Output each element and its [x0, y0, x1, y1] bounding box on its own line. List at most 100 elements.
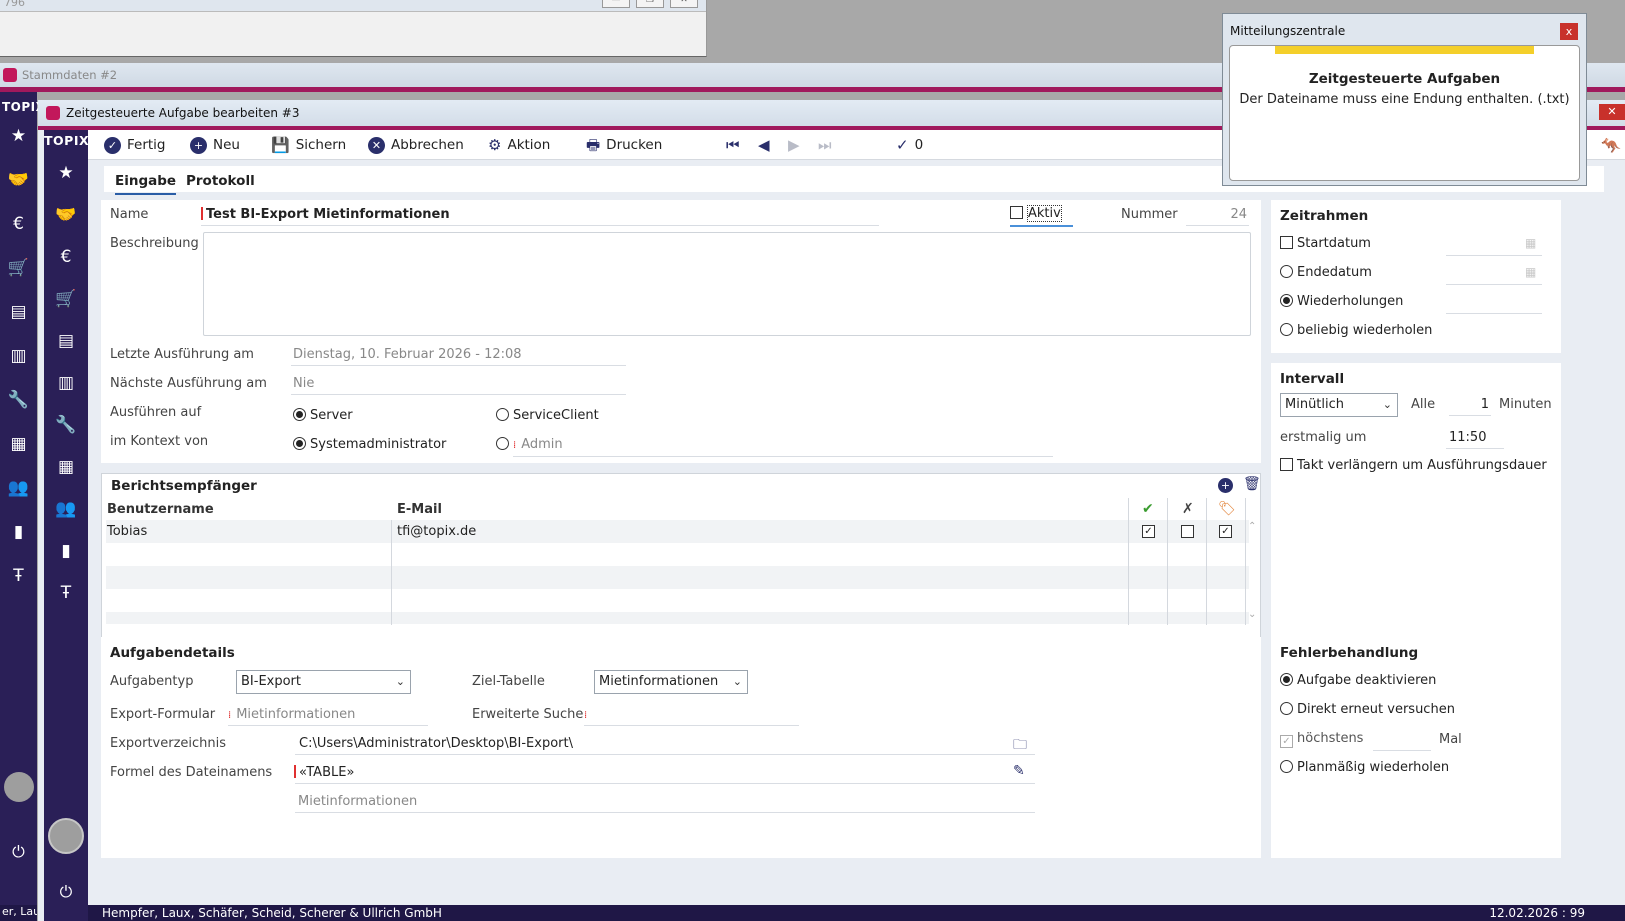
- wrench-icon[interactable]: 🔧: [0, 378, 37, 422]
- warehouse-icon[interactable]: ▤: [0, 290, 37, 334]
- sichern-button[interactable]: 💾 Sichern: [271, 130, 346, 160]
- maximize-button[interactable]: ❐: [636, 0, 664, 8]
- close-button[interactable]: ✕: [670, 0, 698, 8]
- warehouse-icon[interactable]: ▤: [44, 320, 88, 362]
- prev-record-button[interactable]: ◀: [758, 130, 770, 160]
- name-field[interactable]: Test BI-Export Mietinformationen: [201, 207, 450, 222]
- fehlerbehandlung-title: Fehlerbehandlung: [1280, 645, 1419, 661]
- formel-field[interactable]: «TABLE»: [294, 765, 354, 780]
- aktion-button[interactable]: ⚙ Aktion: [488, 130, 550, 160]
- next-record-button[interactable]: ▶: [788, 130, 800, 160]
- cancel-icon: ✕: [368, 136, 385, 154]
- first-record-button[interactable]: ⏮: [726, 130, 740, 160]
- calendar-icon[interactable]: ▦: [1525, 265, 1536, 279]
- beschreibung-textarea[interactable]: [203, 232, 1251, 336]
- table-row[interactable]: [106, 612, 1249, 624]
- column-username-header[interactable]: Benutzername: [107, 502, 214, 517]
- radio-serviceclient[interactable]: ServiceClient: [496, 408, 599, 423]
- avatar[interactable]: [4, 772, 34, 802]
- avatar[interactable]: [48, 818, 84, 854]
- ziel-tabelle-select[interactable]: Mietinformationen ⌄: [594, 670, 748, 694]
- erstmalig-underline: [1446, 448, 1504, 449]
- tpx-icon[interactable]: Ŧ: [0, 554, 37, 598]
- radio-beliebig[interactable]: beliebig wiederholen: [1280, 323, 1432, 338]
- tab-eingabe[interactable]: Eingabe: [115, 173, 177, 195]
- export-formular-field[interactable]: ⁞ Mietinformationen: [228, 707, 355, 722]
- erstmalig-value[interactable]: 11:50: [1449, 430, 1486, 445]
- kangaroo-icon[interactable]: 🦘: [1601, 136, 1621, 155]
- aufgabentyp-select[interactable]: BI-Export ⌄: [236, 670, 411, 694]
- fertig-label: Fertig: [127, 137, 166, 153]
- tab-protokoll[interactable]: Protokoll: [186, 173, 255, 193]
- pencil-icon[interactable]: ✎: [1013, 763, 1025, 779]
- row-col2-checkbox[interactable]: [1181, 525, 1194, 538]
- archive-icon[interactable]: ▥: [0, 334, 37, 378]
- invoice-icon[interactable]: €: [0, 202, 37, 246]
- neu-button[interactable]: + Neu: [190, 130, 240, 160]
- erweiterte-suche-field[interactable]: ⁞: [584, 707, 592, 722]
- fertig-button[interactable]: ✓ Fertig: [104, 130, 166, 160]
- table-row[interactable]: Tobias tfi@topix.de ✓ ✓: [106, 520, 1249, 543]
- row-col1-checkbox[interactable]: ✓: [1142, 525, 1155, 538]
- column-divider: [1128, 498, 1129, 625]
- scroll-up-icon[interactable]: ⌃: [1248, 521, 1256, 532]
- grid-icon[interactable]: ▦: [0, 422, 37, 466]
- radio-server[interactable]: Server: [293, 408, 353, 423]
- column-email-header[interactable]: E-Mail: [397, 502, 442, 517]
- add-recipient-icon[interactable]: +: [1218, 478, 1233, 493]
- name-label: Name: [110, 207, 149, 222]
- star-icon[interactable]: ★: [0, 114, 37, 158]
- last-record-button[interactable]: ⏭: [818, 130, 832, 160]
- radio-planmaessig[interactable]: Planmäßig wiederholen: [1280, 760, 1449, 775]
- window-close-button[interactable]: ✕: [1599, 104, 1625, 120]
- radio-wiederholungen[interactable]: Wiederholungen: [1280, 294, 1403, 309]
- handshake-icon[interactable]: 🤝: [44, 194, 88, 236]
- hoechstens-checkbox[interactable]: ✓ höchstens: [1280, 731, 1363, 748]
- table-row[interactable]: [106, 543, 1249, 566]
- power-icon[interactable]: ⏻: [44, 882, 88, 902]
- wrench-icon[interactable]: 🔧: [44, 404, 88, 446]
- aktiv-checkbox[interactable]: Aktiv: [1010, 205, 1062, 222]
- aufgabendetails-panel: Aufgabendetails Aufgabentyp BI-Export ⌄ …: [101, 637, 1261, 858]
- cart-icon[interactable]: 🛒: [0, 246, 37, 290]
- chart-icon[interactable]: ▮: [0, 510, 37, 554]
- scroll-down-icon[interactable]: ⌄: [1248, 609, 1256, 620]
- notification-close-button[interactable]: x: [1560, 23, 1578, 40]
- checked-count-button[interactable]: ✓ 0: [896, 130, 923, 160]
- radio-systemadministrator[interactable]: Systemadministrator: [293, 437, 446, 452]
- radio-direkt[interactable]: Direkt erneut versuchen: [1280, 702, 1455, 717]
- radio-deaktivieren[interactable]: Aufgabe deaktivieren: [1280, 673, 1436, 688]
- grid-icon[interactable]: ▦: [44, 446, 88, 488]
- drucken-button[interactable]: 🖶 Drucken: [586, 130, 662, 160]
- cart-icon[interactable]: 🛒: [44, 278, 88, 320]
- exportverzeichnis-value[interactable]: C:\Users\Administrator\Desktop\BI-Export…: [299, 736, 573, 751]
- archive-icon[interactable]: ▥: [44, 362, 88, 404]
- mal-label: Mal: [1439, 732, 1462, 747]
- startdatum-checkbox[interactable]: Startdatum: [1280, 236, 1371, 251]
- abbrechen-button[interactable]: ✕ Abbrechen: [368, 130, 464, 160]
- calendar-icon[interactable]: ▦: [1525, 236, 1536, 250]
- table-row[interactable]: [106, 566, 1249, 589]
- radio-endedatum[interactable]: Endedatum: [1280, 265, 1372, 280]
- startdatum-underline: [1446, 255, 1542, 256]
- people-icon[interactable]: 👥: [44, 488, 88, 530]
- nummer-value: 24: [1230, 207, 1247, 222]
- chart-icon[interactable]: ▮: [44, 530, 88, 572]
- invoice-icon[interactable]: €: [44, 236, 88, 278]
- star-icon[interactable]: ★: [44, 152, 88, 194]
- row-col3-checkbox[interactable]: ✓: [1219, 525, 1232, 538]
- takt-checkbox[interactable]: Takt verlängern um Ausführungsdauer: [1280, 458, 1547, 473]
- tpx-icon[interactable]: Ŧ: [44, 572, 88, 614]
- alle-value[interactable]: 1: [1453, 397, 1489, 412]
- minimize-button[interactable]: —: [602, 0, 630, 8]
- radio-admin[interactable]: ⁞ Admin: [496, 437, 563, 452]
- trash-icon[interactable]: 🗑: [1243, 476, 1261, 492]
- handshake-icon[interactable]: 🤝: [0, 158, 37, 202]
- intervall-select[interactable]: Minütlich ⌄: [1280, 393, 1398, 417]
- formel-underline: [295, 783, 1035, 784]
- people-icon[interactable]: 👥: [0, 466, 37, 510]
- table-row[interactable]: [106, 589, 1249, 612]
- naechste-ausfuehrung-label: Nächste Ausführung am: [110, 376, 267, 391]
- power-icon[interactable]: ⏻: [0, 842, 37, 862]
- ziel-tabelle-value: Mietinformationen: [599, 674, 719, 689]
